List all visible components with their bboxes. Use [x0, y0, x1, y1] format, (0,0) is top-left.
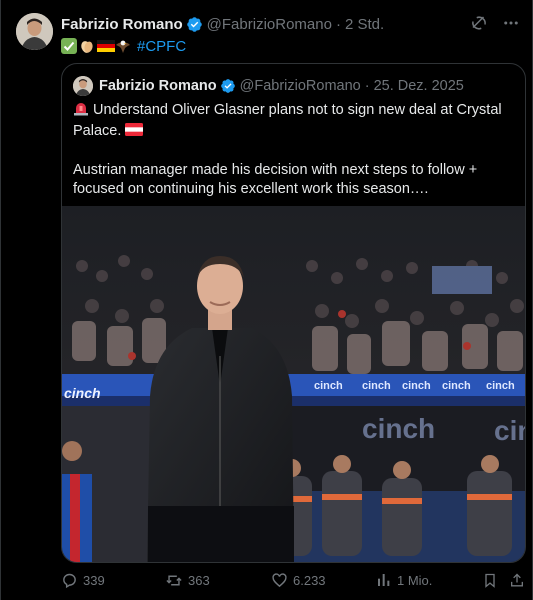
separator-dot: ·	[364, 78, 370, 94]
author-handle[interactable]: @FabrizioRomano	[207, 16, 332, 33]
share-button[interactable]	[509, 570, 525, 590]
siren-emoji	[73, 100, 89, 122]
quoted-author-name[interactable]: Fabrizio Romano	[99, 78, 217, 94]
tweet-text: #CPFC	[61, 36, 186, 56]
svg-text:cinch: cinch	[362, 413, 435, 444]
top-actions	[470, 14, 520, 37]
grok-icon[interactable]	[470, 14, 488, 37]
reply-icon	[63, 573, 76, 588]
svg-text:cinch: cinch	[64, 385, 101, 401]
reply-count: 339	[83, 572, 105, 588]
like-count: 6.233	[293, 572, 326, 588]
quoted-author-handle: @FabrizioRomano	[239, 78, 361, 94]
check-mark-emoji	[61, 38, 77, 54]
post-time[interactable]: 2 Std.	[345, 16, 384, 33]
quoted-line-2: Austrian manager made his decision with …	[73, 162, 478, 197]
action-bar: 339 363 6.233 1 Mio.	[61, 570, 526, 590]
repost-button[interactable]: 363	[165, 570, 210, 590]
svg-text:cinch: cinch	[362, 380, 391, 392]
reply-button[interactable]: 339	[61, 570, 105, 590]
germany-flag-emoji	[97, 38, 115, 54]
verified-badge-icon	[220, 78, 236, 94]
views-icon	[378, 574, 390, 586]
quoted-text: Understand Oliver Glasner plans not to s…	[73, 100, 518, 199]
svg-text:cinch: cinch	[402, 380, 431, 392]
tweet-photo[interactable]: cinch cinch cinch cinch cinch cinch cinch ci…	[62, 206, 526, 562]
views-count: 1 Mio.	[397, 572, 433, 588]
repost-icon	[166, 575, 182, 585]
austria-flag-emoji	[125, 123, 144, 142]
heart-icon	[272, 572, 287, 587]
hashtag-link[interactable]: #CPFC	[137, 38, 186, 55]
tweet-container: Fabrizio Romano @FabrizioRomano · 2 Std.	[0, 0, 533, 600]
separator-dot: ·	[335, 15, 341, 33]
quoted-date: 25. Dez. 2025	[373, 78, 464, 94]
author-name[interactable]: Fabrizio Romano	[61, 16, 183, 33]
eagle-emoji	[115, 38, 131, 54]
svg-text:cinch: cinch	[442, 380, 471, 392]
author-avatar[interactable]	[16, 13, 53, 50]
more-options-icon[interactable]	[502, 14, 520, 37]
share-icon	[511, 573, 523, 586]
bookmark-button[interactable]	[482, 570, 498, 590]
svg-text:cinch: cinch	[314, 380, 343, 392]
verified-badge-icon	[186, 16, 203, 33]
bookmark-icon	[485, 573, 495, 588]
views-button[interactable]: 1 Mio.	[376, 570, 432, 590]
repost-count: 363	[188, 572, 210, 588]
quoted-author-avatar[interactable]	[73, 76, 93, 96]
like-button[interactable]: 6.233	[271, 570, 326, 590]
quoted-tweet[interactable]: Fabrizio Romano @FabrizioRomano · 25. De…	[61, 63, 526, 563]
svg-text:cin: cin	[494, 415, 526, 446]
tweet-header: Fabrizio Romano @FabrizioRomano · 2 Std.	[61, 14, 384, 34]
clapping-hands-emoji	[79, 38, 95, 54]
quoted-header: Fabrizio Romano @FabrizioRomano · 25. De…	[99, 76, 464, 96]
svg-text:cinch: cinch	[486, 380, 515, 392]
